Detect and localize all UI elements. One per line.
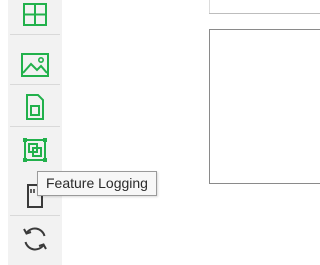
top-panel-bottom-border [209, 13, 320, 14]
content-panel [209, 29, 320, 184]
top-panel-edge [209, 0, 210, 14]
grid-button[interactable] [8, 0, 62, 35]
image-icon [20, 51, 50, 79]
refresh-icon [20, 224, 50, 254]
feature-logging-icon [20, 135, 50, 165]
document-page-button[interactable] [8, 86, 62, 127]
tool-sidebar [8, 0, 62, 265]
grid-icon [21, 2, 49, 28]
image-button[interactable] [8, 44, 62, 85]
refresh-button[interactable] [8, 218, 62, 259]
document-page-icon [22, 92, 48, 122]
tooltip: Feature Logging [37, 171, 157, 196]
feature-logging-button[interactable] [8, 129, 62, 170]
